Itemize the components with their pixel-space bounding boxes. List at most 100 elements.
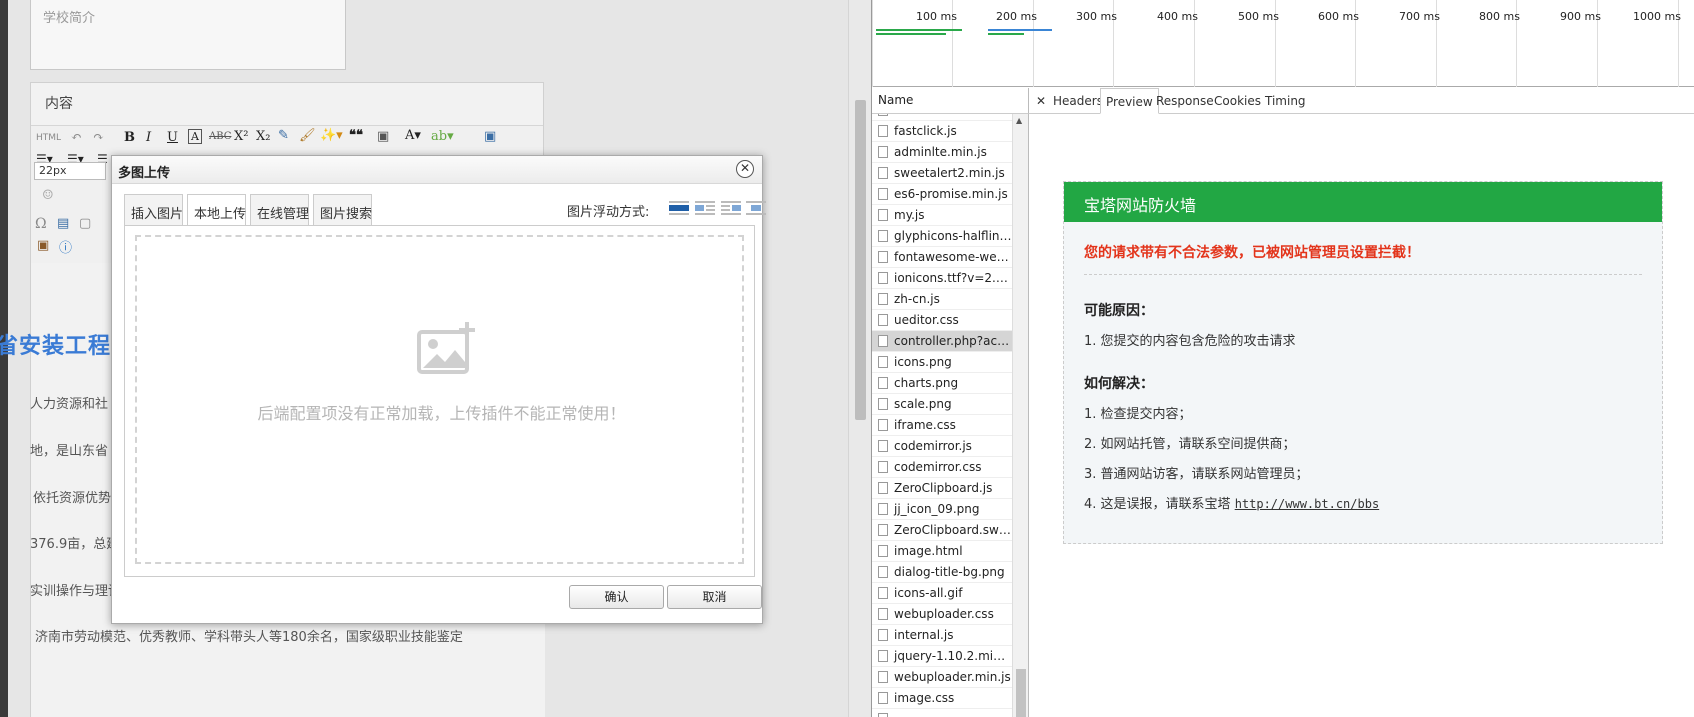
name-column-header[interactable]: Name — [872, 88, 1029, 114]
request-list-scrollbar-thumb[interactable] — [1016, 669, 1026, 717]
timeline-bar — [876, 33, 946, 35]
timeline-tick-label: 100 ms — [916, 10, 957, 23]
file-icon — [878, 671, 888, 683]
html-source-icon[interactable]: HTML — [36, 133, 61, 143]
tab-cookies[interactable]: Cookies — [1209, 88, 1266, 114]
timeline-tick-label: 1000 ms — [1633, 10, 1681, 23]
cancel-button[interactable]: 取消 — [667, 585, 762, 609]
bt-forum-link[interactable]: http://www.bt.cn/bbs — [1235, 497, 1380, 511]
special-char-icon[interactable]: Ω — [35, 216, 47, 232]
firewall-block-page: 宝塔网站防火墙 您的请求带有不合法参数，已被网站管理员设置拦截！ 可能原因： 1… — [1063, 181, 1663, 544]
font-border-icon[interactable]: A — [188, 129, 202, 144]
tab-timing[interactable]: Timing — [1260, 88, 1311, 114]
background-color-icon[interactable]: ab▾ — [431, 129, 454, 144]
tab-preview[interactable]: Preview — [1100, 88, 1159, 114]
list-item[interactable]: icons-all.gif — [872, 583, 1012, 604]
list-item[interactable]: fastclick.js — [872, 121, 1012, 142]
list-item[interactable]: codemirror.css — [872, 457, 1012, 478]
request-list-scrollbar[interactable]: ▲ — [1012, 114, 1029, 717]
timeline-tick-label: 400 ms — [1157, 10, 1198, 23]
file-icon — [878, 524, 888, 536]
tab-local-upload[interactable]: 本地上传 — [187, 194, 246, 228]
help-icon[interactable]: ⓘ — [59, 237, 72, 256]
image-file-icon — [878, 377, 888, 389]
network-timeline[interactable]: 100 ms 200 ms 300 ms 400 ms 500 ms 600 m… — [872, 0, 1694, 87]
close-icon[interactable]: ✕ — [736, 160, 754, 178]
insert-image-icon[interactable]: ▤ — [57, 216, 69, 231]
subscript-icon[interactable]: X₂ — [256, 129, 270, 144]
list-item[interactable]: ueditor.css — [872, 310, 1012, 331]
content-paragraph: 376.9亩，总建 — [30, 537, 120, 552]
list-item[interactable]: charts.png — [872, 373, 1012, 394]
auto-format-icon[interactable]: ✨▾ — [320, 128, 343, 143]
italic-icon[interactable]: I — [146, 130, 151, 145]
list-item[interactable]: codemirror.js — [872, 436, 1012, 457]
font-color-icon[interactable]: A▾ — [405, 128, 421, 143]
list-item[interactable]: ZeroClipboard.swf?... — [872, 520, 1012, 541]
underline-icon[interactable]: U — [167, 130, 178, 145]
list-item[interactable] — [872, 709, 1012, 717]
list-item[interactable]: jquery-1.10.2.min.js — [872, 646, 1012, 667]
format-brush-icon[interactable]: 🖌 — [299, 128, 316, 143]
template-icon[interactable]: ▣ — [37, 238, 49, 253]
font-size-select[interactable]: 22px — [34, 162, 106, 180]
list-item[interactable]: image.css — [872, 688, 1012, 709]
list-item[interactable]: ionicons.ttf?v=2.0.0 — [872, 268, 1012, 289]
list-item[interactable] — [872, 114, 1012, 121]
list-item-selected[interactable]: controller.php?acti... — [872, 331, 1012, 352]
list-item[interactable]: zh-cn.js — [872, 289, 1012, 310]
list-item[interactable]: my.js — [872, 205, 1012, 226]
file-icon — [878, 251, 888, 263]
tab-online-manage[interactable]: 在线管理 — [250, 194, 309, 227]
insert-emotion-icon[interactable]: ☺ — [42, 188, 54, 203]
tab-headers[interactable]: Headers — [1048, 88, 1108, 114]
response-preview: 宝塔网站防火墙 您的请求带有不合法参数，已被网站管理员设置拦截！ 可能原因： 1… — [1029, 114, 1694, 717]
file-icon — [878, 419, 888, 431]
school-intro-textarea[interactable]: 学校简介 — [30, 0, 346, 70]
float-left-icon[interactable] — [694, 199, 716, 216]
file-icon — [878, 608, 888, 620]
list-item[interactable]: iframe.css — [872, 415, 1012, 436]
bold-icon[interactable]: B — [124, 130, 135, 145]
list-item[interactable]: image.html — [872, 541, 1012, 562]
timeline-tick-label: 500 ms — [1238, 10, 1279, 23]
list-item[interactable]: glyphicons-halfling... — [872, 226, 1012, 247]
superscript-icon[interactable]: X² — [234, 129, 248, 144]
float-none-icon[interactable] — [668, 199, 690, 216]
list-item[interactable]: dialog-title-bg.png — [872, 562, 1012, 583]
scroll-up-icon[interactable]: ▲ — [1016, 116, 1022, 125]
file-icon — [878, 125, 888, 137]
list-item[interactable]: internal.js — [872, 625, 1012, 646]
file-icon — [878, 566, 888, 578]
file-icon — [878, 482, 888, 494]
blockquote-icon[interactable]: ❝❝ — [349, 128, 363, 143]
list-item[interactable]: sweetalert2.min.js — [872, 163, 1012, 184]
timeline-tick-label: 600 ms — [1318, 10, 1359, 23]
list-item[interactable]: jj_icon_09.png — [872, 499, 1012, 520]
tab-insert-image[interactable]: 插入图片 — [124, 194, 183, 227]
insert-frame-icon[interactable]: ▢ — [79, 216, 91, 231]
list-item[interactable]: ZeroClipboard.js — [872, 478, 1012, 499]
list-item[interactable]: scale.png — [872, 394, 1012, 415]
page-scrollbar-thumb[interactable] — [855, 100, 866, 420]
float-center-icon[interactable] — [745, 199, 767, 216]
list-item[interactable]: icons.png — [872, 352, 1012, 373]
list-item[interactable]: webuploader.min.js — [872, 667, 1012, 688]
redo-icon[interactable]: ↷ — [93, 130, 104, 145]
upload-drop-zone[interactable]: 后端配置项没有正常加载，上传插件不能正常使用！ — [135, 235, 744, 564]
file-icon — [878, 230, 888, 242]
list-item[interactable]: webuploader.css — [872, 604, 1012, 625]
list-item[interactable]: adminlte.min.js — [872, 142, 1012, 163]
undo-icon[interactable]: ↶ — [71, 130, 82, 145]
confirm-button[interactable]: 确认 — [569, 585, 664, 609]
file-icon — [878, 314, 888, 326]
eraser-icon[interactable]: ✎ — [278, 128, 289, 143]
fullscreen-icon[interactable]: ▣ — [484, 129, 496, 144]
paste-plain-icon[interactable]: ▣ — [377, 129, 389, 144]
list-item[interactable]: fontawesome-webf... — [872, 247, 1012, 268]
strikethrough-icon[interactable]: ABC — [209, 131, 231, 142]
float-right-icon[interactable] — [720, 199, 742, 216]
list-item[interactable]: es6-promise.min.js — [872, 184, 1012, 205]
page-scrollbar[interactable] — [848, 0, 871, 717]
tab-image-search[interactable]: 图片搜索 — [313, 194, 372, 227]
